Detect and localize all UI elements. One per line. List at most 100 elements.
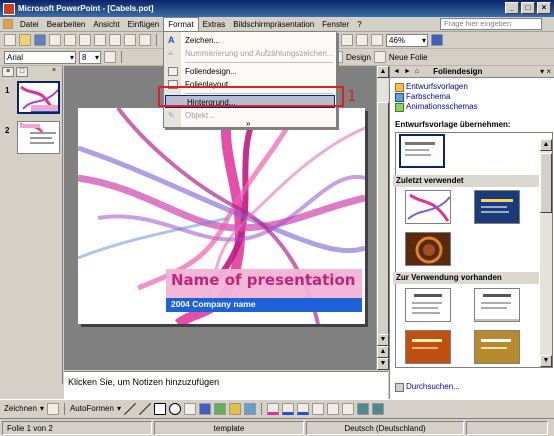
line-color-icon[interactable]: [281, 402, 294, 415]
menu-datei[interactable]: Datei: [16, 18, 43, 31]
slides-tab[interactable]: □: [16, 67, 28, 77]
link-animationsschemas[interactable]: Animationsschemas: [406, 102, 478, 111]
dash-style-icon[interactable]: [326, 402, 339, 415]
select-pointer-icon[interactable]: [46, 402, 59, 415]
minimize-button[interactable]: _: [505, 2, 519, 14]
line-icon[interactable]: [123, 402, 136, 415]
scroll-up-icon[interactable]: ▲: [377, 66, 389, 78]
slide-thumbnail[interactable]: [17, 121, 60, 154]
next-slide-icon[interactable]: ▼: [377, 358, 389, 370]
close-button[interactable]: ×: [537, 2, 551, 14]
clipart-icon[interactable]: [228, 402, 241, 415]
open-icon[interactable]: [19, 34, 31, 46]
slide-canvas[interactable]: Name of presentation 2004 Company name: [78, 108, 365, 324]
chart-icon[interactable]: [356, 34, 368, 46]
new-slide-icon[interactable]: [373, 51, 386, 63]
size-combo[interactable]: 8: [79, 50, 101, 64]
template-thumbnail[interactable]: [405, 232, 451, 266]
menu-ansicht[interactable]: Ansicht: [89, 18, 123, 31]
slide-count-status: Folie 1 von 2: [2, 420, 152, 435]
menu-format[interactable]: Format: [163, 17, 199, 31]
3d-icon[interactable]: [371, 402, 384, 415]
link-farbschema[interactable]: Farbschema: [406, 92, 450, 101]
research-icon[interactable]: [124, 34, 136, 46]
slide-thumbnail[interactable]: [17, 81, 60, 114]
save-icon[interactable]: [34, 34, 46, 46]
link-durchsuchen[interactable]: Durchsuchen...: [406, 382, 460, 391]
print-icon[interactable]: [79, 34, 91, 46]
scroll-thumb[interactable]: [540, 153, 552, 213]
zoom-combo[interactable]: 46%: [386, 33, 428, 47]
ask-question-input[interactable]: Frage hier eingeben: [440, 18, 542, 30]
menu-item-zeichen[interactable]: A Zeichen...: [164, 34, 336, 47]
document-icon[interactable]: [3, 19, 13, 29]
table-icon[interactable]: [341, 34, 353, 46]
template-thumbnail[interactable]: [405, 190, 451, 224]
template-thumbnail[interactable]: [474, 288, 520, 322]
help-icon[interactable]: [431, 34, 443, 46]
template-thumbnail[interactable]: [405, 288, 451, 322]
menu-item-nummerierung[interactable]: ≡ Nummerierung und Aufzählungszeichen...: [164, 47, 336, 60]
diagram-icon[interactable]: [213, 402, 226, 415]
link-entwurfsvorlagen[interactable]: Entwurfsvorlagen: [406, 82, 468, 91]
email-icon[interactable]: [64, 34, 76, 46]
task-pane-scrollbar[interactable]: ▲ ▼: [540, 139, 552, 367]
previous-slide-icon[interactable]: ▲: [377, 346, 389, 358]
arrow-style-icon[interactable]: [341, 402, 354, 415]
slide-scrollbar[interactable]: ▲ ▼ ▲ ▼: [376, 66, 389, 370]
close-pane-icon[interactable]: ×: [48, 67, 60, 77]
close-task-pane-icon[interactable]: ▾ ×: [540, 67, 551, 76]
task-pane: ◄ ► ⌂ Foliendesign ▾ × Entwurfsvorlagen …: [389, 66, 554, 399]
animation-icon: [395, 103, 404, 112]
font-a-icon: A: [168, 35, 175, 45]
scroll-down-icon[interactable]: ▼: [540, 355, 552, 367]
wordart-icon[interactable]: [198, 402, 211, 415]
outline-tab[interactable]: ≡: [2, 67, 14, 77]
arrow-icon[interactable]: [138, 402, 151, 415]
maximize-button[interactable]: □: [521, 2, 535, 14]
expand-menu-chevron-icon[interactable]: »: [246, 119, 250, 128]
template-thumbnail[interactable]: [399, 134, 445, 168]
new-slide-button[interactable]: Neue Folie: [389, 53, 428, 62]
bold-icon[interactable]: [104, 51, 116, 63]
print-preview-icon[interactable]: [94, 34, 106, 46]
scroll-thumb[interactable]: [377, 102, 389, 352]
scroll-up-icon[interactable]: ▲: [540, 139, 552, 151]
template-thumbnail[interactable]: [405, 330, 451, 364]
notes-pane[interactable]: Klicken Sie, um Notizen hinzuzufügen: [64, 371, 388, 399]
slide-subtitle[interactable]: 2004 Company name: [171, 299, 256, 309]
fill-color-icon[interactable]: [266, 402, 279, 415]
menu-bildschirmpraesentation[interactable]: Bildschirmpräsentation: [229, 18, 318, 31]
menu-help[interactable]: ?: [353, 18, 365, 31]
powerpoint-app-icon[interactable]: [3, 2, 15, 15]
spelling-icon[interactable]: [109, 34, 121, 46]
home-icon[interactable]: ⌂: [415, 68, 419, 75]
oval-icon[interactable]: [168, 402, 181, 415]
cut-icon[interactable]: [139, 34, 151, 46]
font-combo[interactable]: Arial: [4, 50, 76, 64]
back-icon[interactable]: ◄: [393, 68, 400, 75]
autoformen-menu[interactable]: AutoFormen: [70, 404, 114, 413]
menu-bearbeiten[interactable]: Bearbeiten: [43, 18, 90, 31]
forward-icon[interactable]: ►: [404, 68, 411, 75]
template-thumbnail[interactable]: [474, 190, 520, 224]
design-button[interactable]: Design: [346, 53, 371, 62]
rectangle-icon[interactable]: [153, 402, 166, 415]
grid-icon[interactable]: [371, 34, 383, 46]
template-thumbnail[interactable]: [474, 330, 520, 364]
menu-einfuegen[interactable]: Einfügen: [124, 18, 164, 31]
picture-icon[interactable]: [243, 402, 256, 415]
line-style-icon[interactable]: [311, 402, 324, 415]
font-color-icon[interactable]: [296, 402, 309, 415]
textbox-icon[interactable]: [183, 402, 196, 415]
menu-fenster[interactable]: Fenster: [318, 18, 353, 31]
new-icon[interactable]: [4, 34, 16, 46]
scroll-down-icon[interactable]: ▼: [377, 334, 389, 346]
slide-title[interactable]: Name of presentation: [171, 271, 355, 289]
zeichnen-menu[interactable]: Zeichnen: [4, 404, 37, 413]
menu-item-foliendesign[interactable]: Foliendesign...: [164, 65, 336, 78]
menu-extras[interactable]: Extras: [199, 18, 230, 31]
bullets-icon: ≡: [168, 49, 173, 58]
permission-icon[interactable]: [49, 34, 61, 46]
shadow-icon[interactable]: [356, 402, 369, 415]
